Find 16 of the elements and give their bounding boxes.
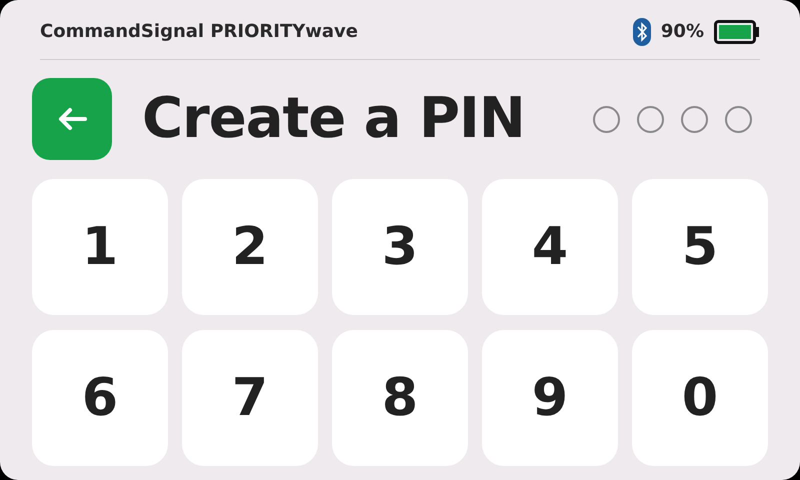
keypad-key[interactable]: 6 (32, 330, 168, 466)
keypad-key[interactable]: 7 (182, 330, 318, 466)
keypad-key[interactable]: 2 (182, 179, 318, 315)
back-button[interactable] (32, 78, 112, 160)
page-title: Create a PIN (142, 91, 525, 147)
keypad-key[interactable]: 3 (332, 179, 468, 315)
keypad-key[interactable]: 9 (482, 330, 618, 466)
keypad-key[interactable]: 8 (332, 330, 468, 466)
battery-percentage: 90% (660, 20, 704, 44)
keypad-key[interactable]: 1 (32, 179, 168, 315)
device-name: CommandSignal PRIORITYwave (40, 20, 358, 44)
keypad-key[interactable]: 5 (632, 179, 768, 315)
keypad-key[interactable]: 4 (482, 179, 618, 315)
arrow-left-icon (57, 107, 87, 131)
keypad-key[interactable]: 0 (632, 330, 768, 466)
battery-icon (714, 20, 760, 44)
